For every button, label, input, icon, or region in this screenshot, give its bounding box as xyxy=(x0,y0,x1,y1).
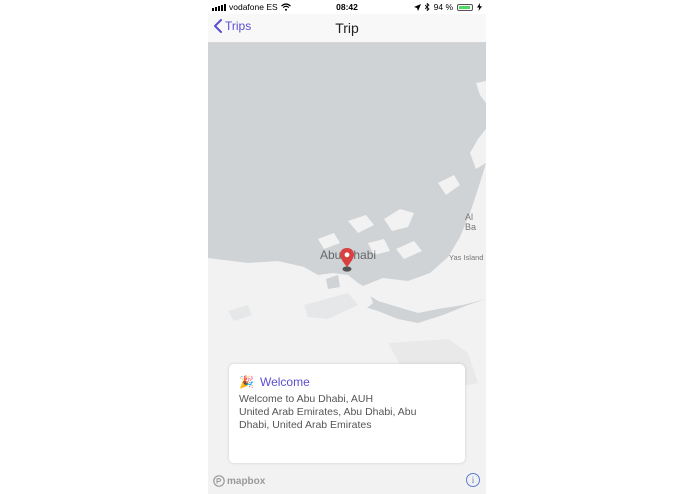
mapbox-label: mapbox xyxy=(227,475,266,487)
card-title: Welcome xyxy=(259,375,310,389)
card-body: Welcome to Abu Dhabi, AUH United Arab Em… xyxy=(239,393,455,432)
card-line: Dhabi, United Arab Emirates xyxy=(239,419,372,431)
phone-screen: vodafone ES 08:42 94 % Trips Trip Abu Dh… xyxy=(208,0,486,494)
card-line: Welcome to Abu Dhabi, AUH xyxy=(239,393,374,405)
map-label-al-ba: Al Ba xyxy=(465,212,477,232)
map-view[interactable]: Abu Dhabi Yas Island Al Ba 🎉 Welcome Wel… xyxy=(208,43,486,494)
navigation-bar: Trips Trip xyxy=(208,14,486,43)
card-line: United Arab Emirates, Abu Dhabi, Abu xyxy=(239,406,417,418)
party-popper-icon: 🎉 xyxy=(239,375,254,389)
battery-percent: 94 % xyxy=(433,2,453,12)
battery-fill xyxy=(459,5,471,9)
page-title: Trip xyxy=(335,20,359,36)
status-right: 94 % xyxy=(413,2,482,12)
bolt-icon xyxy=(477,3,482,11)
status-bar: vodafone ES 08:42 94 % xyxy=(208,0,486,14)
map-pin-icon[interactable] xyxy=(339,248,355,272)
mapbox-icon xyxy=(213,475,225,487)
mapbox-logo: mapbox xyxy=(213,475,265,487)
bluetooth-icon xyxy=(424,3,430,11)
card-header: 🎉 Welcome xyxy=(239,375,310,389)
battery-icon xyxy=(457,3,473,11)
map-label-island: Yas Island xyxy=(449,253,484,262)
location-arrow-icon xyxy=(413,3,421,11)
info-icon[interactable]: i xyxy=(466,473,480,487)
location-card[interactable]: 🎉 Welcome Welcome to Abu Dhabi, AUH Unit… xyxy=(229,364,465,463)
